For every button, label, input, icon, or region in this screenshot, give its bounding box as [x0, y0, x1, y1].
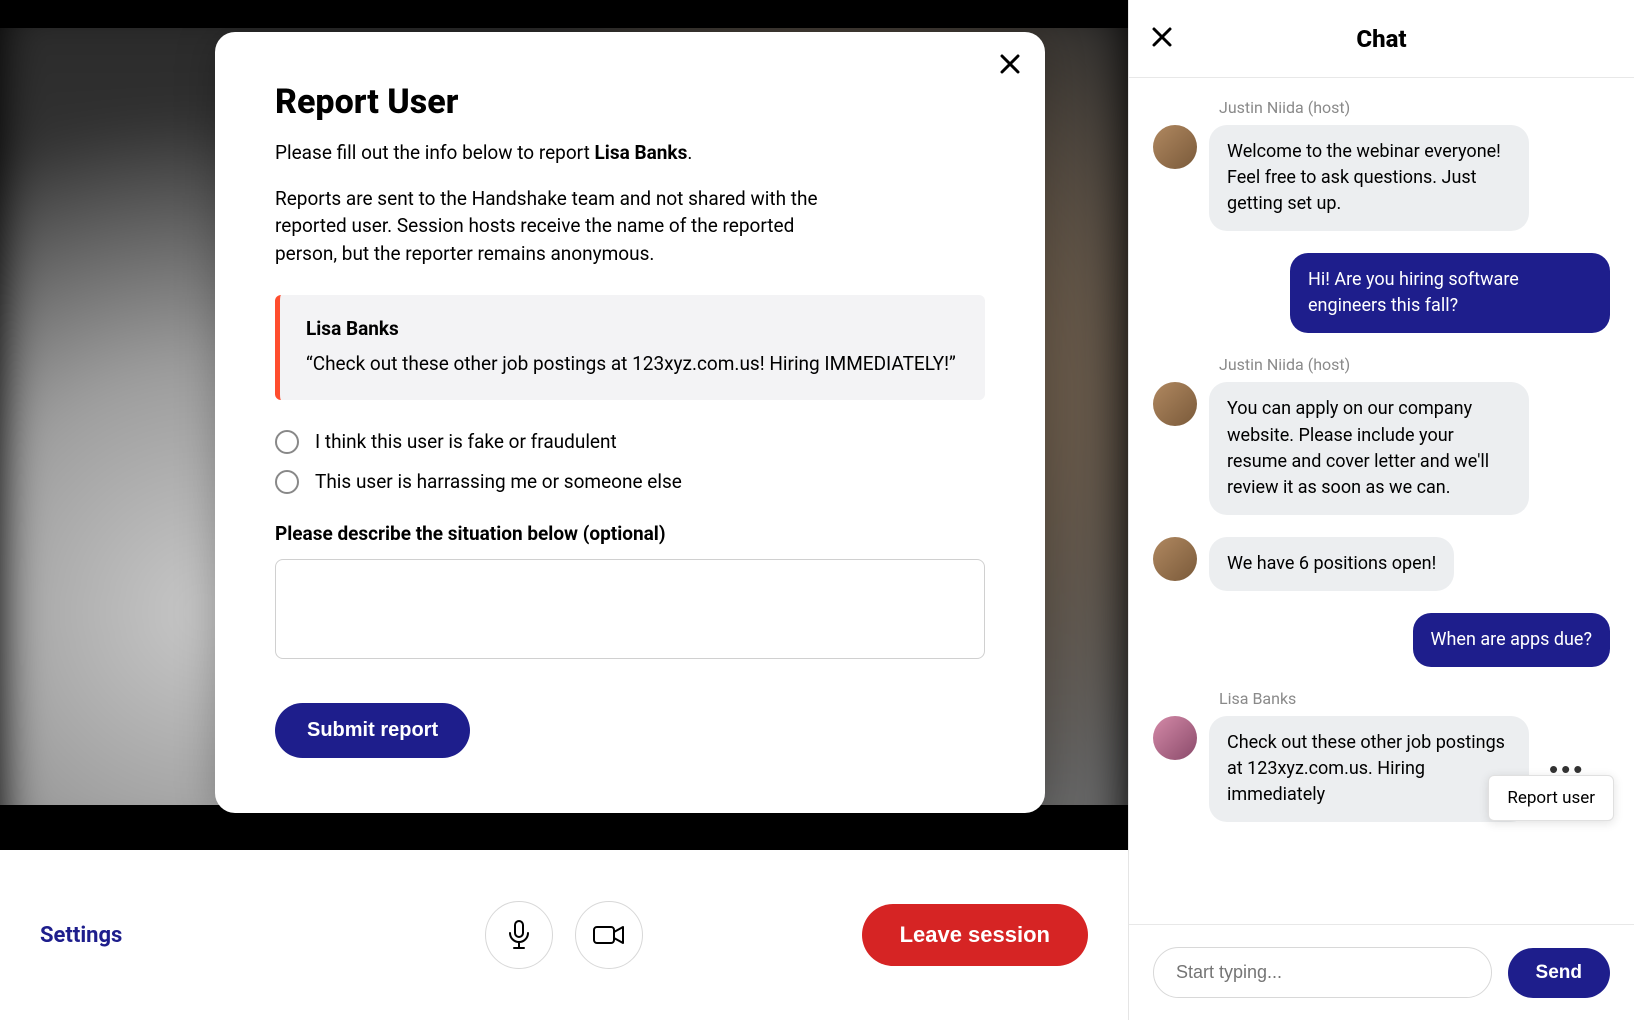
chat-bubble: We have 6 positions open! — [1209, 537, 1454, 591]
send-button[interactable]: Send — [1508, 948, 1610, 998]
chat-author: Justin Niida (host) — [1219, 355, 1610, 374]
report-reason-option[interactable]: This user is harrassing me or someone el… — [275, 470, 985, 494]
close-icon[interactable] — [999, 52, 1021, 80]
radio-icon — [275, 430, 299, 454]
camera-button[interactable] — [575, 901, 643, 969]
radio-icon — [275, 470, 299, 494]
session-main-area: Report User Please fill out the info bel… — [0, 0, 1128, 1020]
leave-session-button[interactable]: Leave session — [862, 904, 1088, 966]
chat-input[interactable] — [1153, 947, 1492, 998]
chat-panel: Chat Justin Niida (host) Welcome to the … — [1128, 0, 1634, 1020]
chat-bubble: Hi! Are you hiring software engineers th… — [1290, 253, 1610, 333]
microphone-icon — [506, 920, 532, 950]
reported-message-text: “Check out these other job postings at 1… — [306, 350, 959, 378]
chat-author: Justin Niida (host) — [1219, 98, 1610, 117]
avatar — [1153, 125, 1197, 169]
chat-messages[interactable]: Justin Niida (host) Welcome to the webin… — [1129, 78, 1634, 924]
chat-message: Justin Niida (host) You can apply on our… — [1153, 355, 1610, 514]
chat-header: Chat — [1129, 0, 1634, 78]
chat-message: Hi! Are you hiring software engineers th… — [1153, 253, 1610, 333]
chat-message: Justin Niida (host) Welcome to the webin… — [1153, 98, 1610, 231]
submit-report-button[interactable]: Submit report — [275, 703, 470, 758]
report-description-input[interactable] — [275, 559, 985, 659]
report-reason-option[interactable]: I think this user is fake or fraudulent — [275, 430, 985, 454]
microphone-button[interactable] — [485, 901, 553, 969]
chat-message: When are apps due? — [1153, 613, 1610, 667]
chat-author: Lisa Banks — [1219, 689, 1610, 708]
chat-bubble: When are apps due? — [1413, 613, 1610, 667]
chat-message: Lisa Banks Check out these other job pos… — [1153, 689, 1610, 822]
modal-info: Reports are sent to the Handshake team a… — [275, 185, 835, 268]
chat-message: We have 6 positions open! — [1153, 537, 1610, 591]
chat-bubble: Welcome to the webinar everyone! Feel fr… — [1209, 125, 1529, 231]
reported-message-card: Lisa Banks “Check out these other job po… — [275, 295, 985, 400]
modal-subtext: Please fill out the info below to report… — [275, 140, 985, 167]
describe-label: Please describe the situation below (opt… — [275, 522, 985, 545]
chat-bubble: Check out these other job postings at 12… — [1209, 716, 1529, 822]
chat-input-row: Send — [1129, 924, 1634, 1020]
settings-link[interactable]: Settings — [40, 923, 122, 948]
session-controls-bar: Settings Leave session — [0, 850, 1128, 1020]
close-icon[interactable] — [1151, 25, 1173, 53]
reported-user-name: Lisa Banks — [306, 317, 959, 340]
report-user-popover[interactable]: Report user — [1488, 775, 1614, 821]
report-user-modal: Report User Please fill out the info bel… — [215, 32, 1045, 813]
avatar — [1153, 716, 1197, 760]
chat-title: Chat — [1356, 25, 1406, 53]
chat-bubble: You can apply on our company website. Pl… — [1209, 382, 1529, 514]
avatar — [1153, 537, 1197, 581]
video-region: Report User Please fill out the info bel… — [0, 0, 1128, 850]
avatar — [1153, 382, 1197, 426]
modal-title: Report User — [275, 82, 985, 122]
camera-icon — [593, 924, 625, 946]
